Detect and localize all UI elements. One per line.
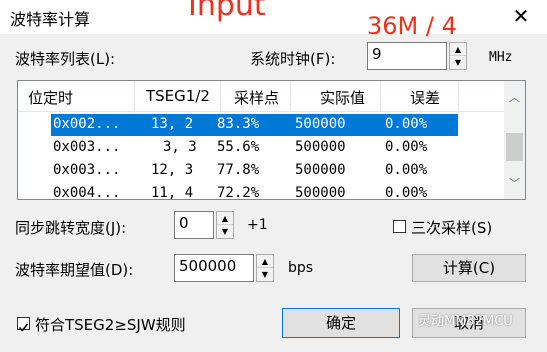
check-icon [18, 323, 29, 332]
ok-button[interactable]: 确定 [282, 308, 400, 338]
scroll-thumb[interactable] [506, 133, 523, 161]
chevron-down-icon[interactable]: ▼ [217, 225, 233, 238]
sjw-input[interactable]: 0 [174, 211, 214, 239]
table-row[interactable]: 0x004... 11, 4 72.2% 500000 0.00% [51, 183, 458, 199]
col-actual[interactable]: 实际值 [320, 87, 365, 108]
chevron-up-icon[interactable]: ▲ [217, 212, 233, 225]
col-error[interactable]: 误差 [410, 87, 440, 108]
sjw-label: 同步跳转宽度(J): [15, 219, 127, 237]
baud-target-spinner[interactable]: ▲ ▼ [256, 254, 274, 282]
chevron-down-icon[interactable]: ﹀ [504, 175, 525, 191]
table-row[interactable]: 0x002... 13, 2 83.3% 500000 0.00% [51, 114, 458, 136]
baud-target-label: 波特率期望值(D): [15, 261, 134, 279]
sys-clock-unit: MHz [489, 50, 513, 65]
baud-target-input[interactable]: 500000 [174, 254, 254, 282]
chevron-down-icon[interactable]: ▼ [257, 268, 273, 281]
baud-target-unit: bps [288, 260, 314, 276]
list-header: 位定时 TSEG1/2 采样点 实际值 误差 [18, 81, 504, 112]
triple-sample-checkbox[interactable] [393, 220, 406, 233]
window-title: 波特率计算 [10, 10, 91, 29]
col-sample-point[interactable]: 采样点 [234, 87, 279, 108]
baud-rate-list[interactable]: 位定时 TSEG1/2 采样点 实际值 误差 0x002... 13, 2 83… [17, 80, 526, 200]
chevron-up-icon[interactable]: ▲ [257, 255, 273, 268]
watermark: 灵动MM32MCU [418, 314, 513, 329]
annotation-top: Input [188, 0, 266, 23]
sys-clock-input[interactable]: 9 [367, 42, 447, 70]
col-tseg[interactable]: TSEG1/2 [146, 87, 210, 105]
close-icon[interactable]: ✕ [508, 4, 534, 28]
table-row[interactable]: 0x003... 12, 3 77.8% 500000 0.00% [51, 160, 458, 182]
chevron-up-icon[interactable]: ︿ [504, 89, 525, 105]
rule-checkbox[interactable] [17, 317, 30, 332]
list-scrollbar[interactable]: ︿ ﹀ [504, 81, 525, 199]
annotation-clock: 36M / 4 [367, 12, 457, 40]
sjw-spinner[interactable]: ▲ ▼ [216, 211, 234, 239]
chevron-up-icon[interactable]: ▲ [450, 43, 466, 56]
table-row[interactable]: 0x003... 3, 3 55.6% 500000 0.00% [51, 137, 458, 159]
sys-clock-spinner[interactable]: ▲ ▼ [449, 42, 467, 70]
sys-clock-label: 系统时钟(F): [250, 50, 336, 68]
col-bit-timing[interactable]: 位定时 [28, 87, 73, 108]
sjw-suffix: +1 [247, 217, 268, 233]
calculate-button[interactable]: 计算(C) [412, 254, 526, 282]
baud-list-label: 波特率列表(L): [15, 50, 116, 68]
rule-label[interactable]: 符合TSEG2≥SJW规则 [35, 314, 186, 335]
chevron-down-icon[interactable]: ▼ [450, 56, 466, 69]
triple-sample-label[interactable]: 三次采样(S) [411, 217, 492, 238]
